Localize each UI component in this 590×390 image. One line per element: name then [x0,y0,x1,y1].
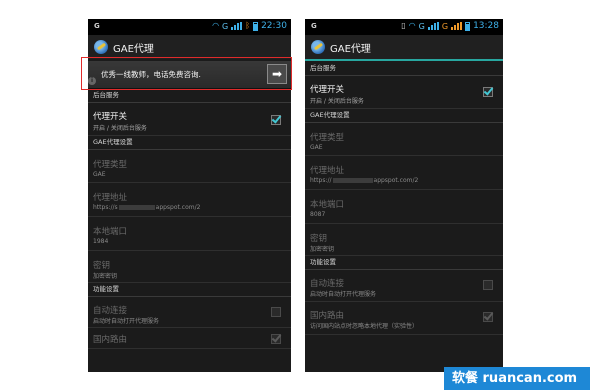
app-title: GAE代理 [113,43,154,55]
network-type: G [222,21,229,31]
pref-proxy-switch[interactable]: 代理开关 开启 / 关闭后台服务 [305,76,503,109]
notification-g: G [311,22,317,30]
battery-icon [253,21,259,31]
category-feature-settings: 功能设置 [88,283,291,297]
battery-icon [465,21,471,31]
app-logo-icon [94,40,108,54]
status-bar: G ◠ G ᛒ 22:30 [88,19,291,35]
pref-auto-connect[interactable]: 自动连接 启动时自动打开代理服务 [88,297,291,328]
bluetooth-icon: ᛒ [245,21,251,30]
signal-icon [231,22,243,30]
pref-title: 代理类型 [310,133,345,143]
domestic-route-checkbox[interactable] [483,312,493,322]
pref-summary: 开启 / 关闭后台服务 [310,98,364,105]
signal-icon [427,22,439,30]
auto-connect-checkbox[interactable] [271,307,281,317]
category-feature-settings: 功能设置 [305,256,503,270]
pref-proxy-switch[interactable]: 代理开关 开启 / 关闭后台服务 [88,103,291,136]
pref-summary: 启动时自动打开代理服务 [310,291,377,298]
clock: 22:30 [261,21,287,31]
pref-summary: https://s appspot.com/2 [93,204,201,211]
right-phone-screen: G ▯ ◠ G G 13:28 GAE代理 后台服务 代理开关 开启 / 关闭后… [305,19,503,372]
pref-title: 本地端口 [93,227,128,237]
pref-domestic-route[interactable]: 国内路由 访问国内站点时忽略本地代理（实验性） [305,302,503,335]
settings-list: 优秀一线教师，电话免费咨询. ➡ i 后台服务 代理开关 开启 / 关闭后台服务… [88,61,291,372]
action-bar: GAE代理 [305,35,503,59]
clock: 13:28 [473,21,499,31]
action-bar: GAE代理 [88,35,291,59]
proxy-switch-checkbox[interactable] [271,115,281,125]
network-type-secondary: G [441,21,449,31]
pref-summary: https://appspot.com/2 [310,177,419,184]
pref-summary: GAE [310,144,323,151]
status-bar: G ▯ ◠ G G 13:28 [305,19,503,35]
pref-domestic-route[interactable]: 国内路由 [88,328,291,349]
vibrate-icon: ▯ [401,21,406,30]
notification-g: G [94,22,100,30]
signal-icon-secondary [451,22,463,30]
pref-key[interactable]: 密钥 加密密钥 [88,251,291,283]
pref-auto-connect[interactable]: 自动连接 启动时自动打开代理服务 [305,270,503,302]
pref-summary: 加密密钥 [310,246,335,253]
pref-title: 代理地址 [93,193,128,203]
redacted-blur [332,178,373,183]
pref-local-port[interactable]: 本地端口 8087 [305,190,503,224]
pref-local-port[interactable]: 本地端口 1984 [88,217,291,251]
pref-summary: 8087 [310,211,326,218]
app-logo-icon [311,40,325,54]
pref-proxy-address[interactable]: 代理地址 https://appspot.com/2 [305,156,503,190]
wifi-icon: ◠ [212,21,220,30]
pref-title: 自动连接 [93,306,128,316]
category-gae-settings: GAE代理设置 [305,109,503,123]
pref-key[interactable]: 密钥 加密密钥 [305,224,503,256]
wifi-icon: ◠ [408,21,416,30]
proxy-switch-checkbox[interactable] [483,87,493,97]
pref-title: 代理类型 [93,160,128,170]
pref-summary: 启动时自动打开代理服务 [93,318,160,325]
category-gae-settings: GAE代理设置 [88,136,291,150]
pref-proxy-address[interactable]: 代理地址 https://s appspot.com/2 [88,183,291,217]
pref-title: 国内路由 [310,311,345,321]
category-background-service: 后台服务 [305,61,503,76]
pref-title: 国内路由 [93,335,128,345]
pref-summary: 开启 / 关闭后台服务 [93,125,147,132]
ad-highlight-box [81,57,292,90]
pref-title: 密钥 [310,234,328,244]
pref-summary: 1984 [93,238,109,245]
settings-list: 后台服务 代理开关 开启 / 关闭后台服务 GAE代理设置 代理类型 GAE 代… [305,61,503,372]
pref-title: 本地端口 [310,200,345,210]
auto-connect-checkbox[interactable] [483,280,493,290]
pref-proxy-type[interactable]: 代理类型 GAE [88,150,291,183]
domestic-route-checkbox[interactable] [271,334,281,344]
redacted-blur [118,205,155,210]
site-watermark: 软餐 ruancan.com [444,367,590,390]
pref-title: 代理开关 [93,112,128,122]
pref-title: 代理地址 [310,166,345,176]
network-type: G [418,21,425,31]
pref-title: 代理开关 [310,85,345,95]
app-title: GAE代理 [330,43,371,55]
pref-proxy-type[interactable]: 代理类型 GAE [305,123,503,156]
pref-summary: 访问国内站点时忽略本地代理（实验性） [310,323,419,330]
pref-summary: GAE [93,171,106,178]
pref-title: 密钥 [93,261,111,271]
category-background-service: 后台服务 [88,89,291,103]
pref-summary: 加密密钥 [93,273,118,280]
pref-title: 自动连接 [310,279,345,289]
